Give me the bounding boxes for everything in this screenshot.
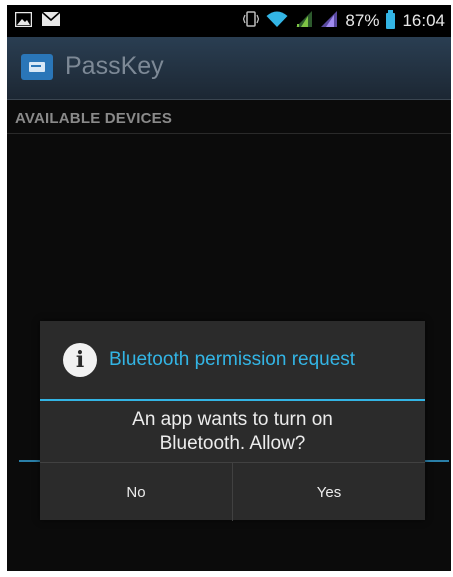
phone-screen: 87% 16:04 PassKey AVAILABLE DEVICES i Bl…	[7, 5, 451, 571]
system-icons: 87% 16:04	[243, 10, 445, 32]
dialog-title: Bluetooth permission request	[109, 349, 356, 370]
notification-icons	[14, 11, 61, 32]
battery-icon	[386, 10, 396, 29]
dialog-title-divider	[40, 399, 425, 401]
no-button[interactable]: No	[40, 463, 232, 521]
dialog-message-line-1: An app wants to turn on	[132, 409, 333, 430]
dialog-header: i Bluetooth permission request	[40, 321, 425, 398]
section-divider	[7, 133, 451, 134]
clock: 16:04	[402, 11, 445, 30]
signal-icon	[295, 10, 313, 33]
info-icon: i	[63, 343, 97, 377]
dialog-button-bar: No Yes	[40, 462, 425, 521]
status-bar: 87% 16:04	[7, 5, 451, 37]
image-icon	[14, 11, 33, 32]
action-bar: PassKey	[7, 37, 451, 100]
signal-icon	[320, 10, 338, 33]
dialog-message: An app wants to turn on Bluetooth. Allow…	[40, 408, 425, 456]
section-header-available-devices: AVAILABLE DEVICES	[15, 110, 173, 127]
app-title: PassKey	[65, 52, 164, 80]
bluetooth-permission-dialog: i Bluetooth permission request An app wa…	[40, 321, 425, 521]
battery-percent: 87%	[345, 11, 380, 30]
vibrate-icon	[243, 10, 260, 33]
keycard-icon[interactable]	[21, 54, 53, 80]
wifi-icon	[266, 10, 288, 33]
dialog-message-line-2: Bluetooth. Allow?	[159, 433, 306, 454]
mail-icon	[41, 11, 61, 32]
yes-button[interactable]: Yes	[233, 463, 425, 521]
